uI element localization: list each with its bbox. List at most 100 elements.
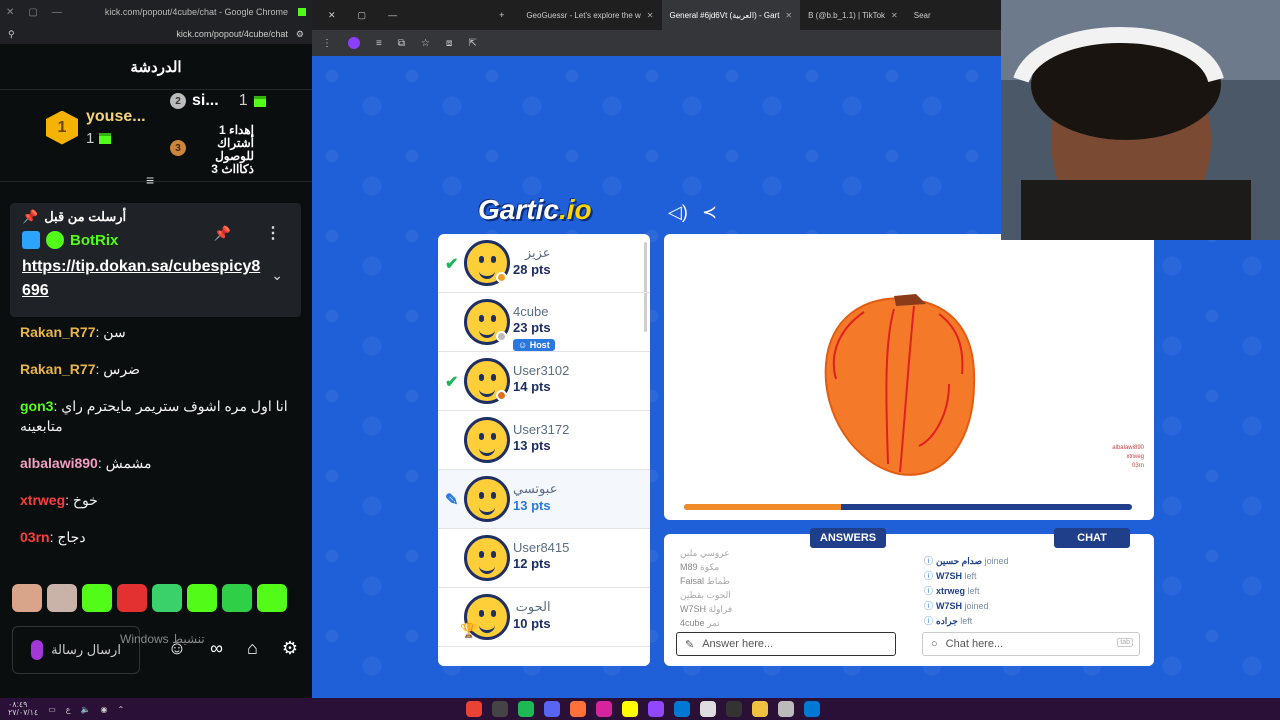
browser-tab[interactable]: Sear (906, 0, 939, 30)
gartic-logo[interactable]: Gartic.io (478, 194, 592, 226)
infinity-icon[interactable]: ∞ (210, 638, 223, 659)
new-tab-icon[interactable]: + (491, 10, 512, 20)
chat-username[interactable]: xtrweg (20, 492, 65, 508)
avatar-eye (491, 315, 496, 322)
close-tab-icon[interactable]: ✕ (891, 11, 898, 20)
reading-list-icon[interactable]: ≡ (376, 38, 382, 49)
emote-face-icon[interactable] (47, 584, 77, 612)
chat-input[interactable]: ○ Chat here... tab (922, 632, 1140, 656)
chat-text: ضرس (103, 361, 140, 377)
emote-angry-icon[interactable] (117, 584, 147, 612)
chat-separator: : (97, 455, 106, 471)
answer-text: طماط (706, 576, 730, 586)
overlay-name: xtrweg (1126, 454, 1144, 460)
tab-chat[interactable]: CHAT (1054, 528, 1130, 548)
share-page-icon[interactable]: ⇱ (468, 38, 476, 49)
pin-icon[interactable]: 📌 (214, 225, 231, 242)
answer-text: عروسي ملين (680, 548, 730, 558)
answer-item: 4cube تمر (680, 616, 732, 630)
notepad-icon[interactable] (700, 701, 716, 717)
player-name: User8415 (513, 540, 570, 555)
browser-tab[interactable]: B (@b.b_1.1) | TikTok ✕ (800, 0, 906, 30)
pinned-link[interactable]: https://tip.dokan.sa/cubespicy8696 (22, 255, 262, 303)
close-icon[interactable]: ✕ (6, 7, 14, 18)
emote-halo-icon[interactable] (82, 584, 112, 612)
drawing-canvas[interactable]: albalawi890 xtrweg 03rn (664, 234, 1154, 520)
edge-icon[interactable] (674, 701, 690, 717)
emote-green-icon[interactable] (152, 584, 182, 612)
notification-icon[interactable]: ▭ (48, 705, 56, 714)
pinned-username: BotRix (70, 231, 119, 249)
store-icon[interactable]: ⌂ (247, 638, 258, 659)
player-points: 23 pts (513, 320, 551, 335)
more-options-icon[interactable]: ⋮ (265, 223, 281, 243)
browser-tab[interactable]: General #6jd6Vt (العربية) - Gart ✕ (661, 0, 801, 30)
instagram-icon[interactable] (596, 701, 612, 717)
emote-smile-icon[interactable] (257, 584, 287, 612)
sound-icon[interactable]: ◁) (668, 202, 688, 223)
answer-input[interactable]: ✎ Answer here... (676, 632, 896, 656)
player-row: ✔ عزيز 28 pts (438, 234, 650, 293)
info-icon: ⓘ (924, 601, 934, 611)
chrome-icon[interactable] (466, 701, 482, 717)
emote-blob-icon[interactable] (222, 584, 252, 612)
menu-icon[interactable]: ⋮ (322, 38, 332, 49)
kick-titlebar: ✕ ▢ — kick.com/popout/4cube/chat - Googl… (0, 0, 312, 24)
leader-second[interactable]: 2 si... 1 (170, 92, 266, 110)
maximize-icon[interactable]: ▢ (350, 10, 375, 21)
leader-third[interactable]: 3 إهداء 1 أشتراك للوصول 3 ذكاااث (170, 124, 254, 180)
screenshot-icon[interactable]: ⧉ (398, 38, 405, 49)
chat-username[interactable]: 03rn (20, 529, 50, 545)
chat-username[interactable]: albalawi890 (20, 455, 98, 471)
emote-bar (12, 584, 287, 612)
firefox-icon[interactable] (570, 701, 586, 717)
share-icon[interactable]: ≺ (702, 202, 717, 223)
emote-chat-icon[interactable] (187, 584, 217, 612)
chat-username[interactable]: gon3 (20, 398, 53, 414)
spotify-icon[interactable] (518, 701, 534, 717)
close-window-icon[interactable]: ✕ (320, 10, 344, 21)
discord-icon[interactable] (544, 701, 560, 717)
check-icon: ✔ (445, 256, 459, 273)
network-icon[interactable]: ◉ (101, 705, 108, 714)
chevron-up-icon[interactable]: ⌃ (118, 705, 125, 714)
collapse-icon[interactable]: ≡ (146, 172, 154, 188)
leader-first[interactable]: 1 youse... 1 (46, 108, 146, 147)
language-icon[interactable]: ع (66, 705, 71, 714)
obs-icon[interactable] (492, 701, 508, 717)
search-icon[interactable]: ⚲ (8, 29, 15, 40)
pinned-user[interactable]: BotRix (22, 231, 289, 249)
close-tab-icon[interactable]: ✕ (647, 11, 654, 20)
windows-start-icon[interactable] (804, 701, 820, 717)
minimize-icon[interactable]: — (52, 7, 62, 18)
clock[interactable]: ٠٨:٤٩ ٢٧/٠٧/١٤ (8, 701, 38, 717)
chat-username[interactable]: Rakan_R77 (20, 361, 96, 377)
volume-icon[interactable]: 🔈 (81, 705, 91, 714)
close-tab-icon[interactable]: ✕ (785, 11, 792, 20)
chat-username[interactable]: Rakan_R77 (20, 324, 96, 340)
avatar-eye (479, 610, 484, 617)
extensions-icon[interactable]: ⧈ (446, 38, 452, 49)
chevron-down-icon[interactable]: ⌄ (271, 267, 283, 284)
kick-url[interactable]: kick.com/popout/4cube/chat (23, 29, 288, 39)
bookmark-icon[interactable]: ☆ (421, 38, 430, 49)
activation-watermark: Windows تنشيط (120, 632, 205, 646)
tab-answers[interactable]: ANSWERS (810, 528, 886, 548)
twitch-icon[interactable] (648, 701, 664, 717)
snapchat-icon[interactable] (622, 701, 638, 717)
capcut-icon[interactable] (726, 701, 742, 717)
file-explorer-icon[interactable] (752, 701, 768, 717)
timer-fill (684, 504, 841, 510)
minimize-icon[interactable]: — (380, 10, 405, 20)
gold-rank-badge: 1 (46, 110, 78, 145)
browser-tab[interactable]: GeoGuessr - Let's explore the w ✕ (518, 0, 661, 30)
site-settings-icon[interactable]: ⚙ (296, 29, 304, 40)
settings-icon[interactable]: ⚙ (282, 638, 298, 659)
overlay-name: 03rn (1131, 463, 1144, 469)
extension-icon[interactable] (348, 37, 360, 49)
drawing-svg (824, 294, 976, 476)
maximize-icon[interactable]: ▢ (28, 7, 37, 18)
emote-face-icon[interactable] (12, 584, 42, 612)
tab-label: GeoGuessr - Let's explore the w (526, 10, 641, 20)
app-icon[interactable] (778, 701, 794, 717)
